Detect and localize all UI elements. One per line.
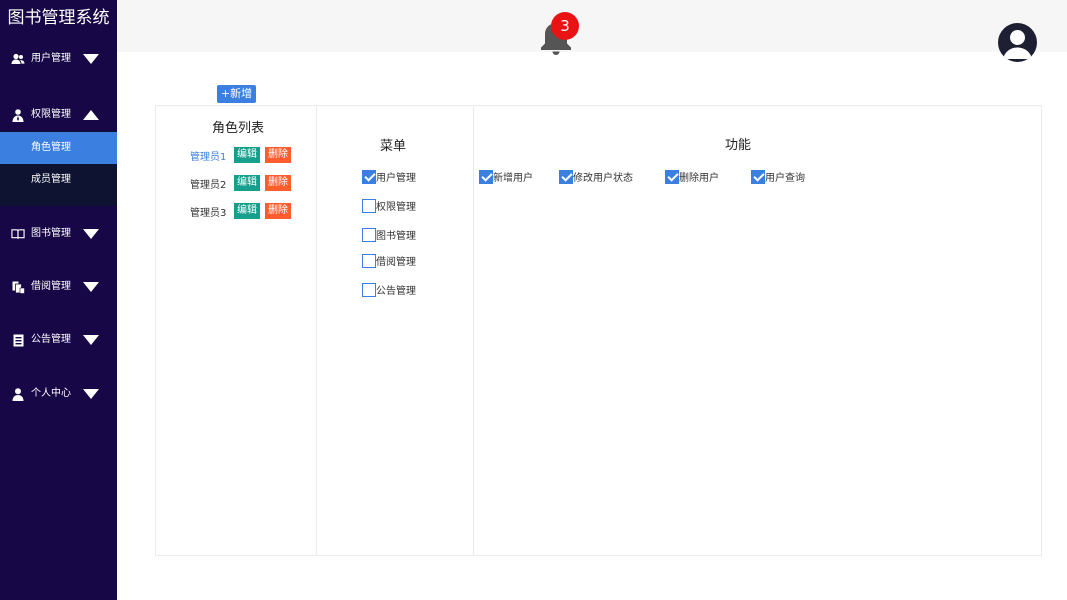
checkbox[interactable]: [362, 282, 376, 297]
chevron-down-icon: [83, 282, 99, 292]
checkbox-label: 删除用户: [679, 173, 719, 184]
borrow-icon: [11, 280, 25, 294]
chevron-down-icon: [83, 54, 99, 64]
menu-checkbox-borrow-management[interactable]: 借阅管理: [362, 253, 416, 268]
book-icon: [11, 227, 25, 241]
checkbox[interactable]: [751, 169, 765, 184]
top-header: [117, 0, 1067, 52]
function-panel-title: 功能: [725, 138, 752, 153]
checkbox[interactable]: [665, 169, 679, 184]
sidebar-item-borrow-management[interactable]: 借阅管理: [0, 273, 117, 301]
sidebar: 图书管理系统 用户管理 权限管理 角色管理 成员管理 图书管理 借阅管理 公告管…: [0, 0, 117, 600]
checkbox-label: 用户管理: [376, 173, 416, 184]
list-item: 管理员3 编辑 删除: [190, 203, 296, 219]
chevron-down-icon: [83, 335, 99, 345]
edit-button[interactable]: 编辑: [234, 147, 260, 163]
delete-button[interactable]: 删除: [265, 203, 291, 219]
sidebar-item-label: 图书管理: [31, 228, 71, 239]
add-role-button[interactable]: +新增: [217, 85, 256, 103]
chevron-down-icon: [83, 389, 99, 399]
checkbox[interactable]: [362, 253, 376, 268]
role-name[interactable]: 管理员3: [190, 204, 234, 219]
sidebar-subitem-role-management[interactable]: 角色管理: [0, 132, 117, 164]
app-title: 图书管理系统: [7, 8, 110, 28]
checkbox[interactable]: [479, 169, 493, 184]
checkbox-label: 新增用户: [493, 173, 533, 184]
role-name[interactable]: 管理员1: [190, 148, 234, 163]
permission-user-icon: [11, 108, 25, 122]
sidebar-item-label: 权限管理: [31, 109, 71, 120]
sidebar-subitem-member-management[interactable]: 成员管理: [0, 164, 117, 196]
checkbox-label: 借阅管理: [376, 257, 416, 268]
menu-checkbox-notice-management[interactable]: 公告管理: [362, 282, 416, 297]
checkbox-label: 权限管理: [376, 202, 416, 213]
notice-icon: [11, 333, 25, 347]
user-avatar-icon: [1003, 30, 1032, 59]
checkbox-label: 用户查询: [765, 173, 805, 184]
sidebar-item-label: 公告管理: [31, 334, 71, 345]
edit-button[interactable]: 编辑: [234, 175, 260, 191]
role-list-title: 角色列表: [212, 121, 265, 136]
role-name[interactable]: 管理员2: [190, 176, 234, 191]
checkbox[interactable]: [362, 227, 376, 242]
function-panel: 功能 新增用户 修改用户状态 删除用户 用户查询: [473, 105, 1042, 556]
list-item: 管理员2 编辑 删除: [190, 175, 296, 191]
menu-panel-title: 菜单: [380, 139, 407, 154]
sidebar-item-label: 个人中心: [31, 388, 71, 399]
menu-panel: 菜单 用户管理 权限管理 图书管理 借阅管理 公告管理: [316, 105, 474, 556]
menu-checkbox-permission-management[interactable]: 权限管理: [362, 198, 416, 213]
person-icon: [11, 387, 25, 401]
edit-button[interactable]: 编辑: [234, 203, 260, 219]
sidebar-item-label: 用户管理: [31, 53, 71, 64]
delete-button[interactable]: 删除: [265, 147, 291, 163]
function-checkbox-delete-user[interactable]: 删除用户: [665, 169, 719, 184]
function-checkbox-edit-user-status[interactable]: 修改用户状态: [559, 169, 633, 184]
users-icon: [11, 52, 25, 66]
sidebar-item-permission-management[interactable]: 权限管理: [0, 101, 117, 129]
chevron-down-icon: [83, 229, 99, 239]
notification-badge: 3: [551, 12, 579, 40]
menu-checkbox-book-management[interactable]: 图书管理: [362, 227, 416, 242]
role-list-panel: 角色列表 管理员1 编辑 删除 管理员2 编辑 删除 管理员3 编辑 删除: [155, 105, 317, 556]
menu-checkbox-user-management[interactable]: 用户管理: [362, 169, 416, 184]
sidebar-item-user-management[interactable]: 用户管理: [0, 45, 117, 73]
function-checkbox-query-user[interactable]: 用户查询: [751, 169, 805, 184]
delete-button[interactable]: 删除: [265, 175, 291, 191]
checkbox[interactable]: [559, 169, 573, 184]
avatar[interactable]: [998, 23, 1037, 62]
checkbox-label: 修改用户状态: [573, 173, 633, 184]
sidebar-item-book-management[interactable]: 图书管理: [0, 220, 117, 248]
checkbox[interactable]: [362, 169, 376, 184]
function-checkbox-add-user[interactable]: 新增用户: [479, 169, 533, 184]
chevron-up-icon: [83, 110, 99, 120]
sidebar-item-label: 借阅管理: [31, 281, 71, 292]
sidebar-item-personal-center[interactable]: 个人中心: [0, 380, 117, 408]
sidebar-item-notice-management[interactable]: 公告管理: [0, 326, 117, 354]
list-item: 管理员1 编辑 删除: [190, 147, 296, 163]
checkbox[interactable]: [362, 198, 376, 213]
checkbox-label: 图书管理: [376, 231, 416, 242]
checkbox-label: 公告管理: [376, 286, 416, 297]
